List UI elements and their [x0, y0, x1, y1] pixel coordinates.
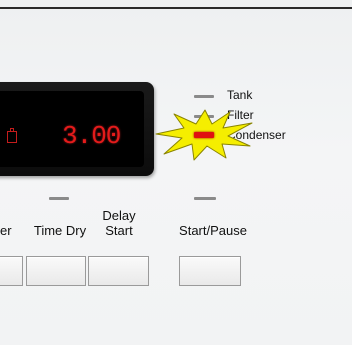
tank-label: Tank — [227, 88, 253, 102]
time-dry-indicator-light — [49, 197, 69, 200]
condenser-indicator-light — [194, 132, 214, 138]
delay-start-button[interactable] — [88, 256, 149, 286]
time-readout: 3.00 — [62, 121, 121, 151]
start-pause-button[interactable] — [179, 256, 241, 286]
tank-indicator-light — [194, 95, 214, 98]
partial-left-button[interactable] — [0, 256, 23, 286]
partial-button-label: er — [0, 223, 12, 238]
delay-start-label-line1: Delay — [102, 208, 136, 223]
time-dry-label: Time Dry — [33, 223, 87, 238]
delay-start-label-line2: Start — [105, 223, 133, 238]
time-dry-button[interactable] — [26, 256, 86, 286]
start-pause-indicator-light — [194, 197, 216, 200]
timer-icon — [7, 128, 17, 143]
dryer-control-panel: 3.00 Tank Filter Condenser er Time Dry D… — [0, 0, 352, 345]
lcd-display: 3.00 — [0, 82, 154, 176]
start-pause-label: Start/Pause — [179, 223, 247, 238]
lcd-screen: 3.00 — [0, 91, 144, 167]
panel-top-edge — [0, 7, 352, 9]
